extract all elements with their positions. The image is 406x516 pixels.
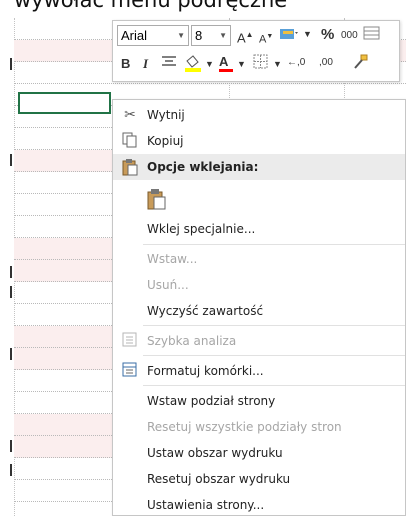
menu-item-quick-analysis[interactable]: Szybka analiza (113, 328, 405, 354)
active-cell[interactable] (18, 92, 111, 114)
format-cells-icon (121, 362, 139, 380)
decrease-decimal-button[interactable]: ,00 (319, 54, 333, 72)
menu-label-format-cells: Formatuj komórki... (147, 364, 264, 378)
menu-separator (143, 385, 405, 386)
chevron-down-icon: ▼ (177, 31, 185, 40)
number-format-icon[interactable] (279, 26, 299, 47)
borders-icon[interactable] (253, 54, 269, 75)
row-edge-mark (10, 154, 12, 166)
menu-item-copy[interactable]: Kopiuj (113, 128, 405, 154)
format-painter-icon[interactable] (349, 53, 369, 76)
menu-item-clear-contents[interactable]: Wyczyść zawartość (113, 298, 405, 324)
row-edge-mark (10, 266, 12, 278)
menu-label-quick-analysis: Szybka analiza (147, 334, 237, 348)
menu-label-insert: Wstaw... (147, 252, 198, 266)
menu-label-delete: Usuń... (147, 278, 189, 292)
paste-clipboard-icon (147, 188, 167, 210)
menu-item-format-cells[interactable]: Formatuj komórki... (113, 358, 405, 384)
fill-color-icon[interactable] (183, 53, 203, 78)
menu-item-delete[interactable]: Usuń... (113, 272, 405, 298)
menu-separator (143, 244, 405, 245)
font-name-value: Arial (121, 28, 148, 43)
row-edge-mark (10, 440, 12, 452)
menu-label-reset-print-area: Resetuj obszar wydruku (147, 472, 291, 486)
percent-style-button[interactable]: % (321, 26, 334, 44)
align-center-icon[interactable] (161, 55, 177, 74)
menu-label-set-print-area: Ustaw obszar wydruku (147, 446, 283, 460)
font-color-button[interactable]: A (219, 53, 233, 72)
menu-label-paste-options: Opcje wklejania: (147, 160, 259, 174)
chevron-down-icon: ▼ (219, 31, 227, 40)
chevron-down-icon[interactable]: ▼ (273, 55, 282, 73)
chevron-down-icon[interactable]: ▼ (237, 55, 246, 73)
menu-item-cut[interactable]: ✂ Wytnij (113, 102, 405, 128)
menu-item-set-print-area[interactable]: Ustaw obszar wydruku (113, 440, 405, 466)
font-size-value: 8 (195, 28, 203, 43)
menu-item-page-setup[interactable]: Ustawienia strony... (113, 492, 405, 516)
increase-decimal-button[interactable]: ←,0 (287, 54, 305, 72)
menu-item-insert[interactable]: Wstaw... (113, 246, 405, 272)
bold-button[interactable]: B (121, 55, 130, 73)
row-edge-mark (10, 348, 12, 360)
menu-label-page-setup: Ustawienia strony... (147, 498, 265, 512)
menu-label-cut: Wytnij (147, 108, 185, 122)
instruction-caption: wywołać menu podręczne (14, 0, 288, 12)
paste-button[interactable] (113, 182, 405, 214)
menu-separator (143, 355, 405, 356)
font-name-combo[interactable]: Arial ▼ (117, 25, 189, 46)
menu-label-paste-special: Wklej specjalnie... (147, 222, 256, 236)
menu-label-copy: Kopiuj (147, 134, 184, 148)
row-edge-mark (10, 58, 12, 70)
clipboard-icon (121, 158, 139, 176)
italic-button[interactable]: I (143, 55, 148, 73)
menu-label-clear-contents: Wyczyść zawartość (147, 304, 264, 318)
menu-item-reset-page-breaks[interactable]: Resetuj wszystkie podziały stron (113, 414, 405, 440)
menu-label-reset-page-breaks: Resetuj wszystkie podziały stron (147, 420, 342, 434)
quick-analysis-icon (121, 332, 139, 350)
menu-section-paste-options: Opcje wklejania: (113, 154, 405, 180)
font-color-letter: A (219, 54, 229, 69)
chevron-down-icon[interactable]: ▼ (205, 55, 214, 73)
grow-font-button[interactable]: A▲ (237, 26, 254, 47)
menu-separator (143, 325, 405, 326)
menu-label-insert-page-break: Wstaw podział strony (147, 394, 276, 408)
menu-item-paste-special[interactable]: Wklej specjalnie... (113, 216, 405, 242)
menu-item-reset-print-area[interactable]: Resetuj obszar wydruku (113, 466, 405, 492)
scissors-icon: ✂ (124, 107, 136, 123)
menu-item-insert-page-break[interactable]: Wstaw podział strony (113, 388, 405, 414)
mini-toolbar: Arial ▼ 8 ▼ A▲ A▼ ▼ % 000 B I ▼ A ▼ ▼ ←,… (112, 20, 400, 82)
shrink-font-button[interactable]: A▼ (259, 28, 273, 49)
context-menu: ✂ Wytnij Kopiuj Opcje wklejania: Wklej s… (112, 99, 406, 516)
row-edge-mark (10, 464, 12, 476)
table-format-icon[interactable] (363, 25, 381, 46)
thousands-separator-button[interactable]: 000 (341, 27, 358, 45)
chevron-down-icon[interactable]: ▼ (303, 25, 312, 43)
row-edge-mark (10, 286, 12, 298)
font-size-combo[interactable]: 8 ▼ (191, 25, 231, 46)
copy-icon (121, 132, 139, 150)
